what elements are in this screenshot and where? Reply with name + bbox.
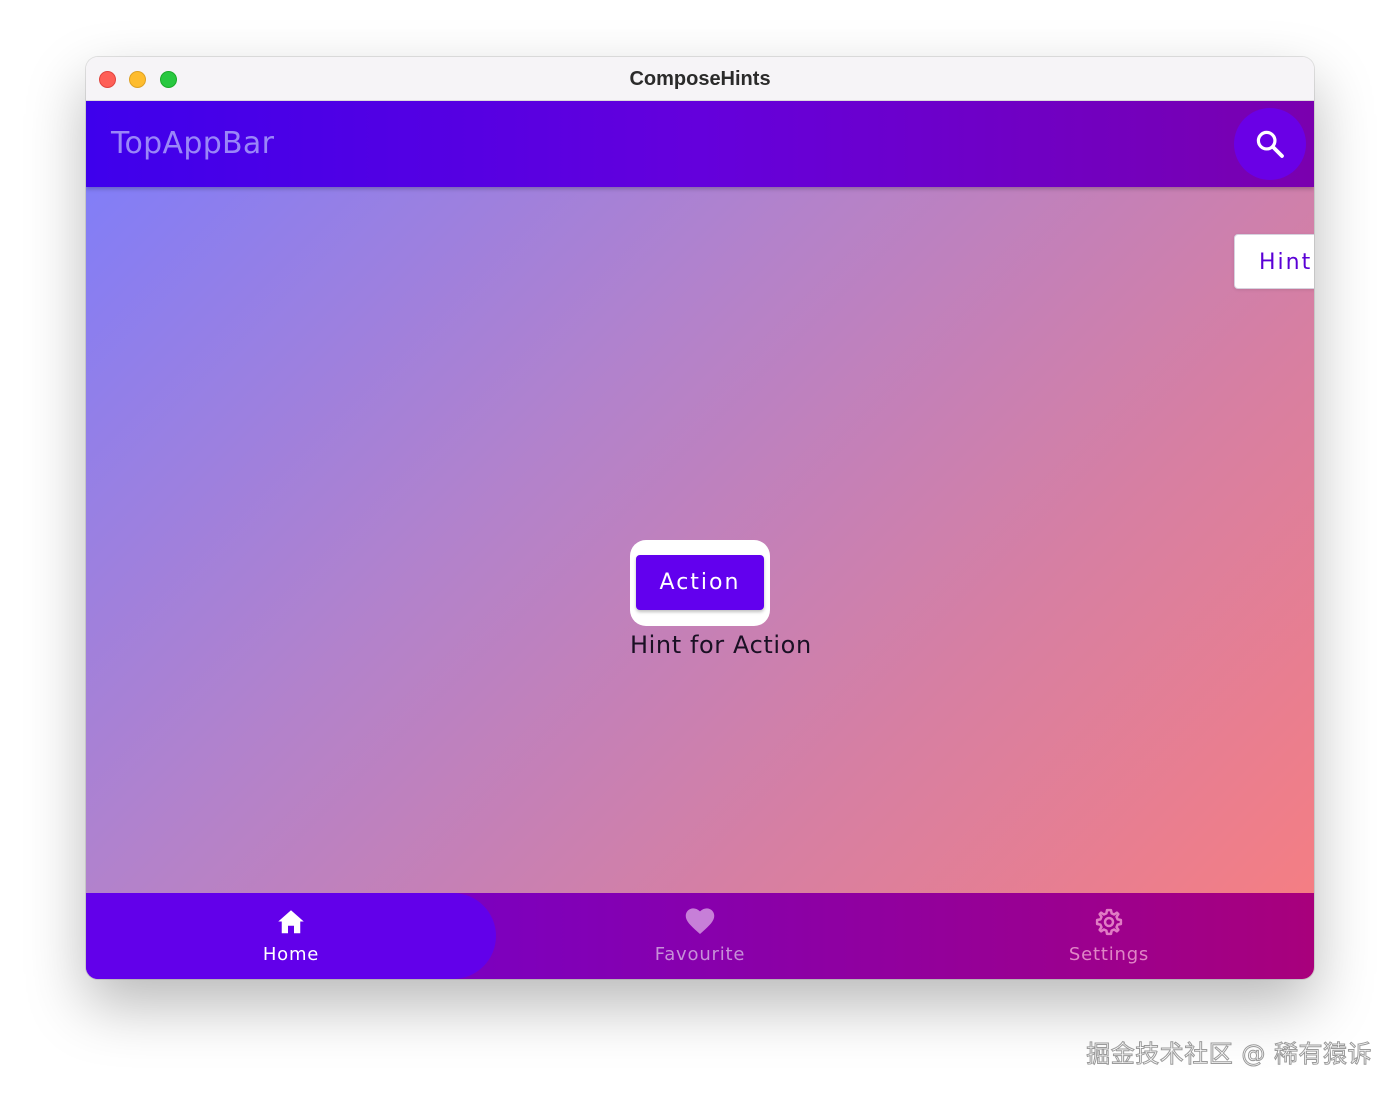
action-hint-text: Hint for Action: [630, 631, 812, 659]
nav-item-label: Favourite: [654, 944, 746, 965]
hint-popup: Hint: [1234, 234, 1314, 289]
content-area: TopAppBar Hint Action Hint for Action Ho…: [86, 101, 1314, 979]
nav-item-home[interactable]: Home: [86, 893, 496, 979]
hint-popup-text: Hint: [1259, 250, 1313, 275]
search-icon: [1256, 130, 1284, 158]
action-button[interactable]: Action: [636, 555, 764, 610]
bottom-navigation: Home Favourite Settings: [86, 893, 1314, 979]
search-button[interactable]: [1234, 108, 1306, 180]
top-app-bar-title: TopAppBar: [111, 126, 275, 161]
gear-icon: [1094, 907, 1124, 937]
heart-icon: [685, 907, 715, 937]
top-app-bar: TopAppBar: [86, 101, 1314, 187]
nav-item-favourite[interactable]: Favourite: [495, 893, 905, 979]
nav-item-label: Home: [262, 944, 320, 965]
action-hint-highlight: Action: [630, 540, 770, 626]
home-icon: [276, 907, 306, 937]
window-titlebar[interactable]: ComposeHints: [86, 57, 1314, 101]
app-window: ComposeHints TopAppBar Hint Action Hint …: [86, 57, 1314, 979]
window-title: ComposeHints: [629, 68, 771, 90]
watermark: 掘金技术社区 @ 稀有猿诉: [1086, 1040, 1372, 1069]
nav-item-settings[interactable]: Settings: [904, 893, 1314, 979]
nav-item-label: Settings: [1068, 944, 1150, 965]
